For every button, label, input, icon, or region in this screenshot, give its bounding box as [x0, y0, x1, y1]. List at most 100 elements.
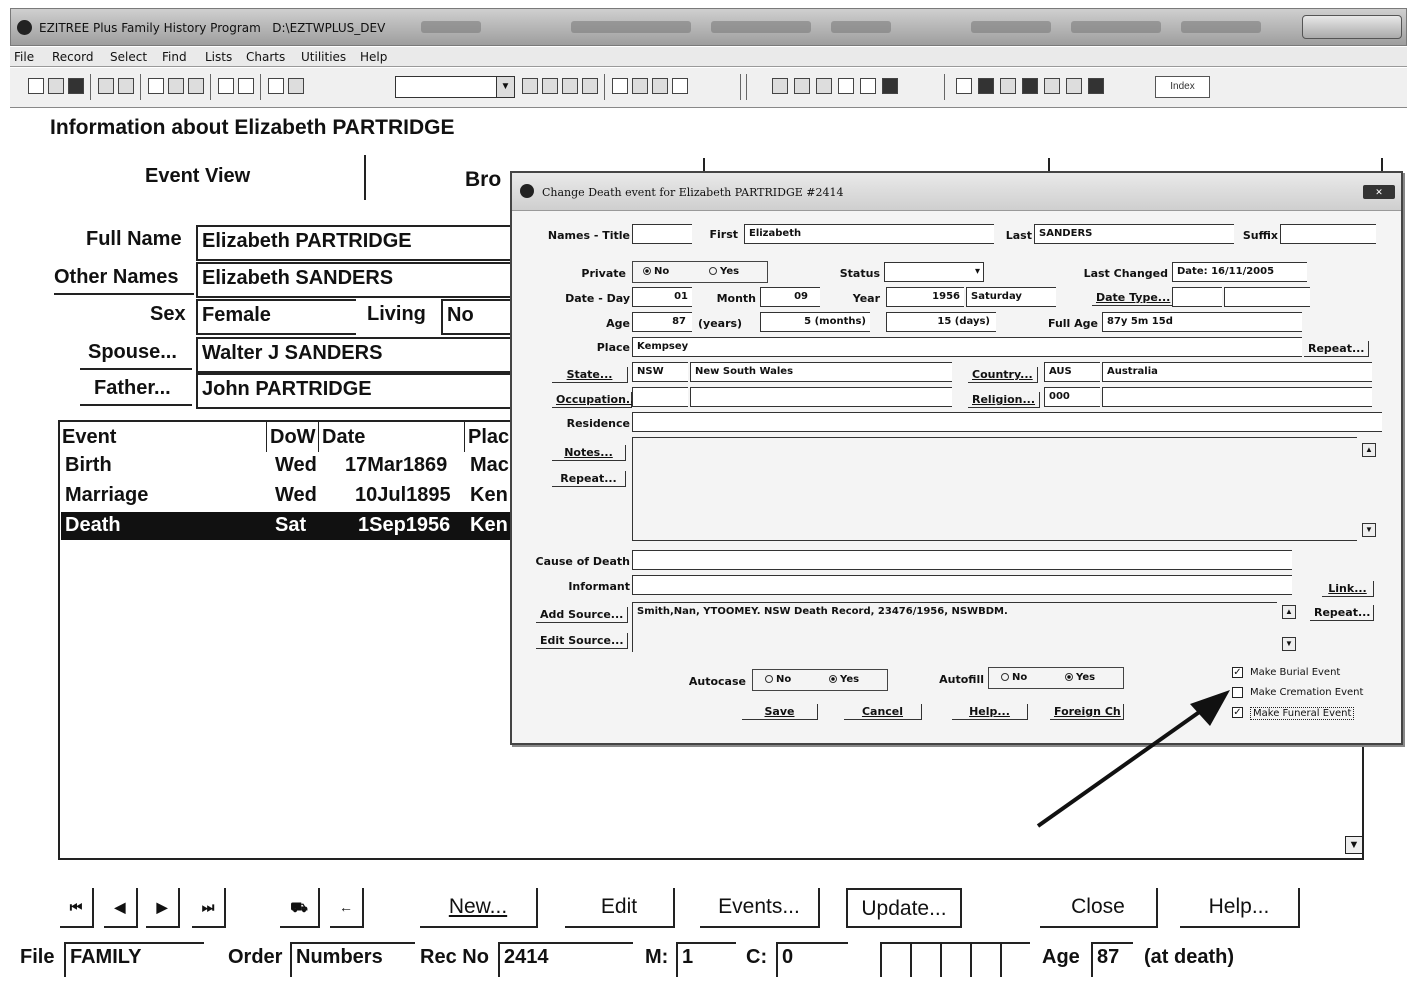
redo-icon[interactable]: [238, 78, 254, 94]
tree-icon[interactable]: [612, 78, 628, 94]
first-name-field[interactable]: Elizabeth: [744, 224, 994, 244]
full-name-field[interactable]: Elizabeth PARTRIDGE: [196, 225, 516, 261]
father-button[interactable]: Father...: [80, 377, 192, 406]
menu-charts[interactable]: Charts: [246, 50, 285, 64]
toolbar-icon-a[interactable]: [522, 78, 538, 94]
private-yes-radio[interactable]: Yes: [709, 266, 739, 277]
informant-field[interactable]: [632, 575, 1292, 595]
place-field[interactable]: Kempsey: [632, 337, 1302, 357]
notes-button[interactable]: Notes...: [552, 445, 626, 461]
year-field[interactable]: 1956: [886, 287, 964, 307]
help-button-dialog[interactable]: Help...: [952, 704, 1028, 720]
column-header-place[interactable]: Plac: [468, 426, 509, 449]
help-button[interactable]: Help...: [1180, 888, 1300, 928]
tab-event-view[interactable]: Event View: [145, 165, 250, 188]
first-record-icon[interactable]: ⏮: [60, 888, 94, 928]
occupation-code-field[interactable]: [632, 387, 688, 407]
index-button[interactable]: Index: [1155, 76, 1210, 98]
repeat-notes-button[interactable]: Repeat...: [552, 471, 626, 487]
check-edit-icon[interactable]: [288, 78, 304, 94]
people-icon[interactable]: [860, 78, 876, 94]
book-icon[interactable]: [882, 78, 898, 94]
source-field[interactable]: Smith,Nan, YTOOMEY. NSW Death Record, 23…: [632, 602, 1277, 652]
search-icon[interactable]: [1044, 78, 1060, 94]
tools-icon[interactable]: [672, 78, 688, 94]
person-icon[interactable]: [838, 78, 854, 94]
toolbar-icon-d[interactable]: [582, 78, 598, 94]
home-icon[interactable]: [772, 78, 788, 94]
previous-record-icon[interactable]: ◀: [104, 888, 138, 928]
toolbar-bus-icon[interactable]: ⛟: [280, 888, 320, 928]
column-header-dow[interactable]: DoW: [270, 426, 316, 449]
window-controls[interactable]: [1302, 15, 1402, 39]
source-scroll-up-icon[interactable]: ▲: [1282, 605, 1296, 619]
exclamation-icon[interactable]: [268, 78, 284, 94]
country-button[interactable]: Country...: [968, 367, 1038, 383]
table-row-selected[interactable]: Death Sat 1Sep1956 Ken: [61, 512, 516, 540]
toolbar-icon-l[interactable]: [1066, 78, 1082, 94]
title-field[interactable]: [632, 224, 692, 244]
table-row[interactable]: Marriage Wed 10Jul1895 Ken: [61, 482, 516, 510]
month-field[interactable]: 09: [760, 287, 820, 307]
menu-file[interactable]: File: [14, 50, 34, 64]
chevron-down-icon[interactable]: ▾: [975, 266, 980, 277]
menu-find[interactable]: Find: [162, 50, 187, 64]
toolbar-icon-b[interactable]: [542, 78, 558, 94]
last-record-icon[interactable]: ⏭: [192, 888, 226, 928]
column-header-date[interactable]: Date: [322, 426, 365, 449]
new-button[interactable]: New...: [420, 888, 538, 928]
private-no-radio[interactable]: No: [643, 266, 669, 277]
sex-field[interactable]: Female: [196, 299, 356, 335]
scroll-down-icon[interactable]: ▼: [1362, 523, 1376, 537]
menu-select[interactable]: Select: [110, 50, 147, 64]
autocase-no-radio[interactable]: No: [765, 674, 791, 685]
repeat-source-button[interactable]: Repeat...: [1310, 605, 1374, 621]
close-icon[interactable]: ✕: [1363, 185, 1395, 199]
cause-of-death-field[interactable]: [632, 550, 1292, 570]
tab-browse[interactable]: Bro: [465, 168, 501, 192]
age-days-field[interactable]: 15 (days): [886, 312, 996, 332]
religion-button[interactable]: Religion...: [968, 392, 1041, 408]
close-button[interactable]: Close: [1040, 888, 1158, 928]
age-months-field[interactable]: 5 (months): [760, 312, 870, 332]
country-code-field[interactable]: AUS: [1044, 362, 1100, 382]
cancel-button[interactable]: Cancel: [844, 704, 922, 720]
paste-icon[interactable]: [188, 78, 204, 94]
list-scroll-down-icon[interactable]: ▼: [1345, 836, 1363, 854]
spouse-button[interactable]: Spouse...: [80, 341, 192, 370]
table-row[interactable]: Birth Wed 17Mar1869 Mac: [61, 452, 516, 480]
toolbar-icon-i[interactable]: [978, 78, 994, 94]
toolbar-icon-k[interactable]: [1022, 78, 1038, 94]
state-code-field[interactable]: NSW: [632, 362, 688, 382]
save-button[interactable]: Save: [742, 704, 818, 720]
father-field[interactable]: John PARTRIDGE: [196, 373, 516, 409]
religion-code-field[interactable]: 000: [1044, 387, 1100, 407]
other-names-field[interactable]: Elizabeth SANDERS: [196, 262, 516, 298]
edit-button[interactable]: Edit: [565, 888, 675, 928]
menu-lists[interactable]: Lists: [205, 50, 232, 64]
suffix-field[interactable]: [1280, 224, 1376, 244]
toolbar-icon-h[interactable]: [816, 78, 832, 94]
toolbar-icon-g[interactable]: [794, 78, 810, 94]
menu-record[interactable]: Record: [52, 50, 93, 64]
copy-icon[interactable]: [168, 78, 184, 94]
menu-help[interactable]: Help: [360, 50, 387, 64]
living-field[interactable]: No: [441, 299, 516, 335]
new-file-icon[interactable]: [28, 78, 44, 94]
scroll-up-icon[interactable]: ▲: [1362, 443, 1376, 457]
toolbar-icon-j[interactable]: [1000, 78, 1016, 94]
back-arrow-icon[interactable]: ←: [330, 888, 364, 928]
toolbar-icon-c[interactable]: [562, 78, 578, 94]
cut-icon[interactable]: [148, 78, 164, 94]
toolbar-combo[interactable]: ▼: [395, 76, 515, 98]
make-burial-checkbox[interactable]: ✓: [1232, 667, 1243, 678]
print-preview-icon[interactable]: [118, 78, 134, 94]
toolbar-icon-m[interactable]: [1088, 78, 1104, 94]
undo-icon[interactable]: [218, 78, 234, 94]
day-field[interactable]: 01: [632, 287, 692, 307]
source-scroll-down-icon[interactable]: ▼: [1282, 637, 1296, 651]
autocase-yes-radio[interactable]: Yes: [829, 674, 859, 685]
spouse-field[interactable]: Walter J SANDERS: [196, 337, 516, 373]
toolbar-icon-e[interactable]: [632, 78, 648, 94]
next-record-icon[interactable]: ▶: [146, 888, 180, 928]
